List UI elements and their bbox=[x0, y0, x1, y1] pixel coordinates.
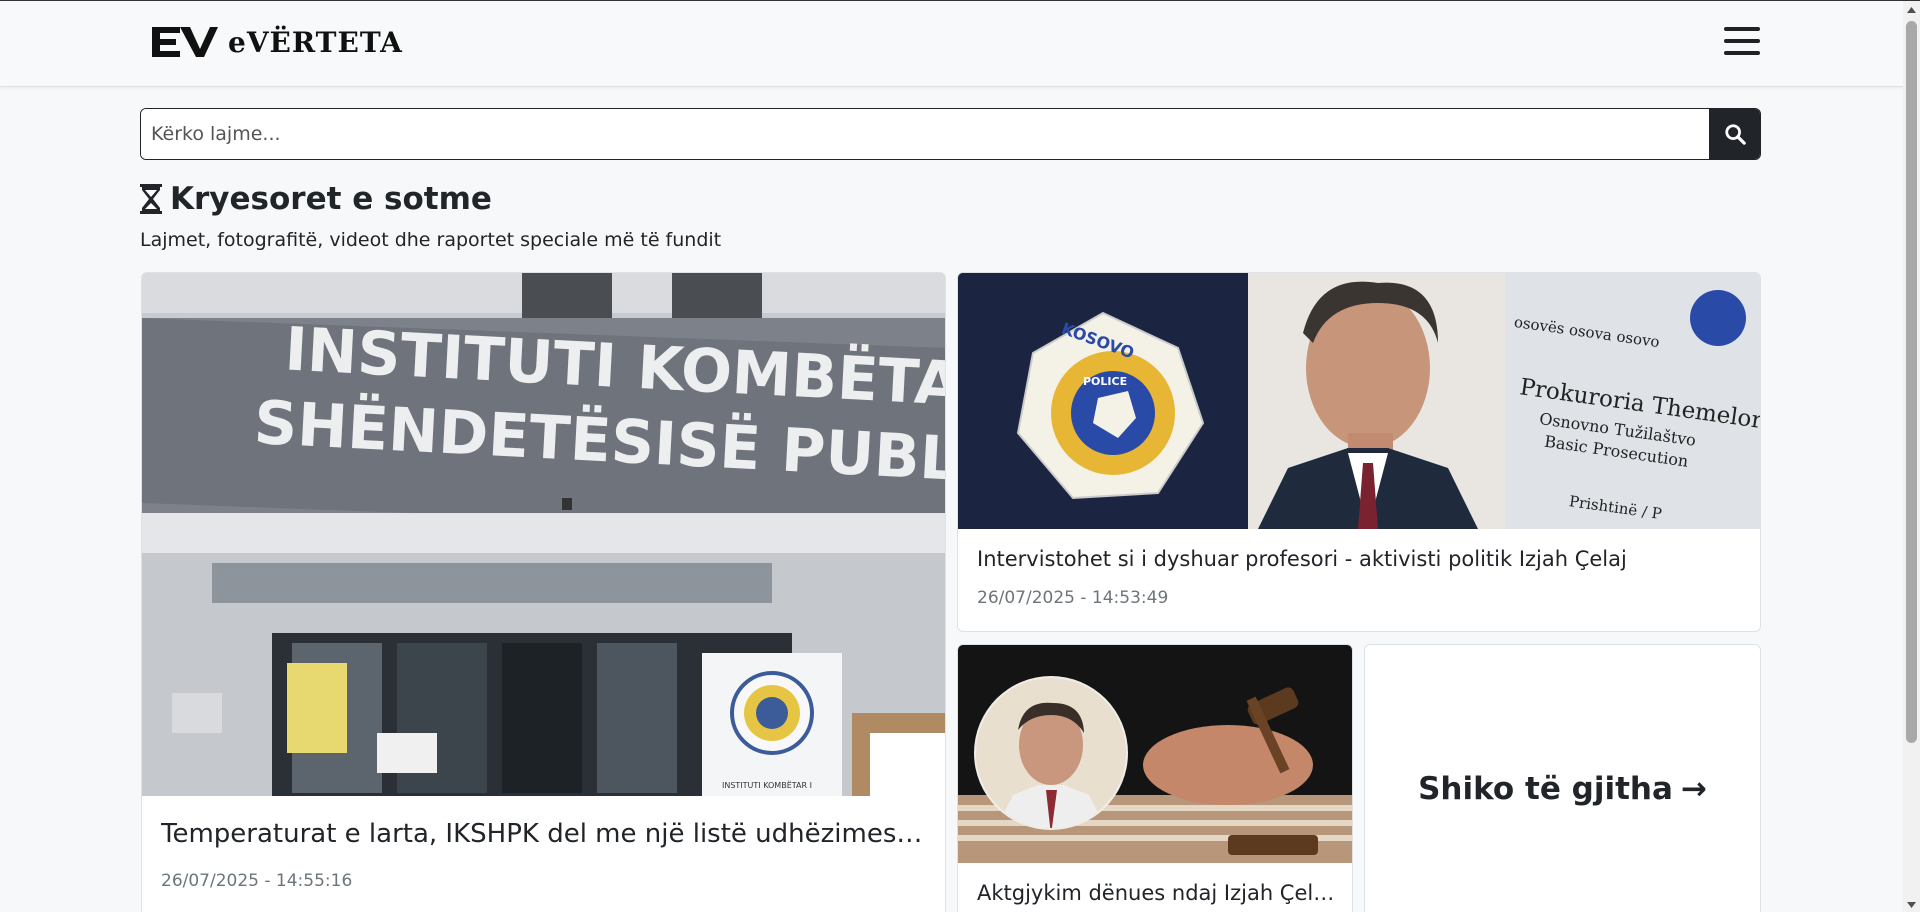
article-image: INSTITUTI KOMBËTAR I SHËNDETËSISË PUBLIK… bbox=[142, 273, 945, 796]
article-title: Intervistohet si i dyshuar profesori - a… bbox=[977, 547, 1627, 571]
ev-logo-icon bbox=[152, 27, 218, 57]
page-scrollbar[interactable] bbox=[1903, 1, 1920, 912]
article-image: KOSOVO POLICE osovës osova osovo Prokuro… bbox=[958, 273, 1760, 529]
logo-text: eVËRTETA bbox=[228, 25, 403, 59]
scroll-down-icon[interactable] bbox=[1903, 896, 1920, 912]
article-date: 26/07/2025 - 14:53:49 bbox=[977, 588, 1169, 608]
search-button[interactable] bbox=[1709, 109, 1760, 159]
scroll-up-icon[interactable] bbox=[1903, 1, 1920, 18]
poster-text: INSTITUTI KOMBËTAR I bbox=[722, 780, 812, 790]
article-title: Temperaturat e larta, IKSHPK del me një … bbox=[161, 819, 931, 849]
arrow-right-icon: → bbox=[1680, 771, 1707, 807]
see-all-label: Shiko të gjitha bbox=[1418, 771, 1673, 807]
article-card-small[interactable]: Aktgjykim dënues ndaj Izjah Çelaj -t bbox=[957, 644, 1353, 912]
article-card-secondary[interactable]: KOSOVO POLICE osovës osova osovo Prokuro… bbox=[957, 272, 1761, 632]
search-bar bbox=[140, 108, 1761, 160]
see-all-link[interactable]: Shiko të gjitha → bbox=[1418, 771, 1707, 807]
site-header: eVËRTETA bbox=[0, 1, 1903, 87]
article-image bbox=[958, 645, 1352, 863]
badge-subtext: POLICE bbox=[1083, 375, 1127, 388]
hourglass-icon bbox=[140, 184, 162, 214]
hamburger-menu-icon[interactable] bbox=[1720, 27, 1764, 61]
search-input[interactable] bbox=[141, 109, 1709, 159]
article-date: 26/07/2025 - 14:55:16 bbox=[161, 871, 353, 891]
article-title: Aktgjykim dënues ndaj Izjah Çelaj -t bbox=[977, 881, 1347, 905]
site-logo[interactable]: eVËRTETA bbox=[150, 25, 403, 59]
section-subtitle: Lajmet, fotografitë, videot dhe raportet… bbox=[140, 229, 722, 251]
see-all-card[interactable]: Shiko të gjitha → bbox=[1364, 644, 1761, 912]
section-title-text: Kryesoret e sotme bbox=[170, 181, 492, 217]
section-title: Kryesoret e sotme bbox=[140, 181, 492, 217]
article-card-main[interactable]: INSTITUTI KOMBËTAR I SHËNDETËSISË PUBLIK… bbox=[141, 272, 946, 912]
search-icon bbox=[1724, 124, 1746, 145]
scroll-thumb[interactable] bbox=[1906, 21, 1917, 743]
